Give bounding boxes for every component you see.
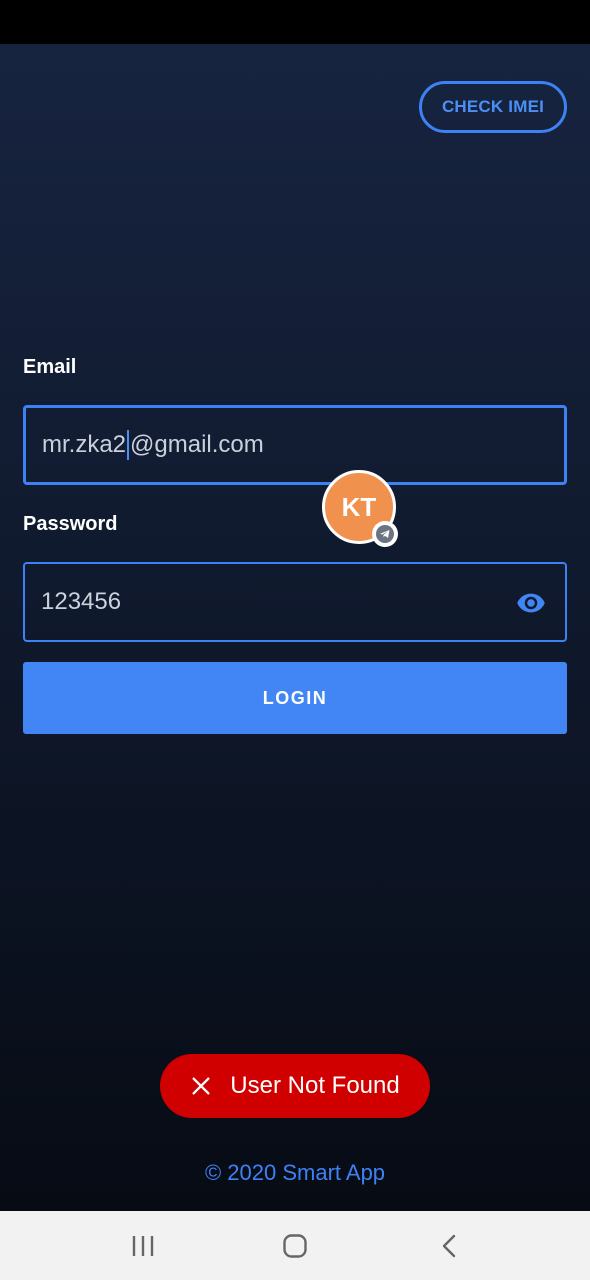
chat-head-initials: KT <box>341 491 377 522</box>
email-field[interactable]: mr.zka2 @gmail.com <box>23 405 567 485</box>
copyright-text: © 2020 Smart App <box>204 1160 386 1185</box>
back-icon[interactable] <box>436 1233 464 1259</box>
email-text-before-cursor: mr.zka2 <box>42 431 127 458</box>
status-bar <box>0 0 590 44</box>
eye-icon[interactable] <box>514 588 548 618</box>
check-imei-button[interactable]: CHECK IMEI <box>419 81 567 133</box>
password-label: Password <box>23 513 118 535</box>
error-toast: User Not Found <box>160 1054 430 1118</box>
close-icon <box>192 1077 210 1095</box>
email-label: Email <box>23 356 77 378</box>
text-cursor <box>127 430 130 460</box>
login-button[interactable]: LOGIN <box>23 662 567 734</box>
login-screen: CHECK IMEI Email mr.zka2 @gmail.com Passw… <box>0 44 590 1211</box>
password-field[interactable]: 123456 <box>23 562 567 642</box>
system-navigation-bar <box>0 1211 590 1280</box>
toast-message: User Not Found <box>230 1072 400 1099</box>
recent-apps-icon[interactable] <box>129 1233 157 1259</box>
telegram-icon <box>372 521 398 547</box>
home-icon[interactable] <box>281 1233 309 1259</box>
email-text-after-cursor: @gmail.com <box>130 431 264 458</box>
password-value: 123456 <box>41 588 122 615</box>
